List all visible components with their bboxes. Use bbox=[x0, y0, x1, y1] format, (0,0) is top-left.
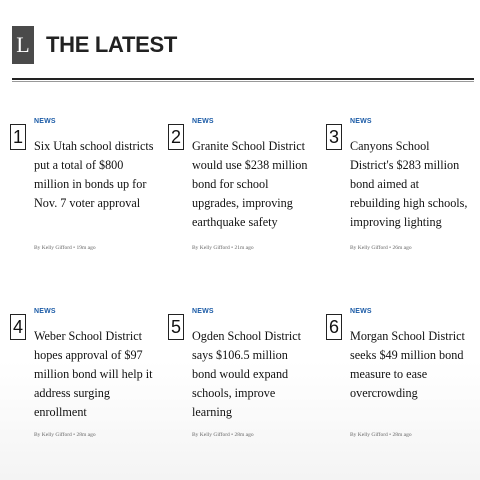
article-rank: 2 bbox=[168, 124, 184, 150]
article-headline-link[interactable]: Granite School District would use $238 m… bbox=[192, 137, 314, 232]
article-timestamp: 28m ago bbox=[392, 432, 412, 438]
article-category-link[interactable]: NEWS bbox=[34, 308, 156, 315]
article-headline-link[interactable]: Six Utah school districts put a total of… bbox=[34, 137, 156, 213]
article-timestamp: 26m ago bbox=[392, 245, 412, 251]
section-title: THE LATEST bbox=[46, 32, 178, 57]
section-header: L THE LATEST bbox=[12, 25, 177, 65]
article-category-link[interactable]: NEWS bbox=[192, 308, 314, 315]
article-timestamp: 28m ago bbox=[234, 432, 254, 438]
article-author-link[interactable]: By Kelly Gifford bbox=[34, 245, 72, 251]
article-byline: By Kelly Gifford • 28m ago bbox=[350, 432, 412, 438]
article-timestamp: 21m ago bbox=[234, 245, 254, 251]
byline-separator: • bbox=[73, 245, 76, 251]
article-rank: 3 bbox=[326, 124, 342, 150]
byline-separator: • bbox=[389, 432, 392, 438]
article-category-link[interactable]: NEWS bbox=[34, 118, 156, 125]
article-category-link[interactable]: NEWS bbox=[350, 118, 472, 125]
article-byline: By Kelly Gifford • 19m ago bbox=[34, 245, 96, 251]
byline-separator: • bbox=[231, 432, 234, 438]
article-headline-link[interactable]: Morgan School District seeks $49 million… bbox=[350, 327, 472, 403]
site-logo[interactable]: L bbox=[12, 26, 34, 64]
article-byline: By Kelly Gifford • 28m ago bbox=[34, 432, 96, 438]
article-rank: 5 bbox=[168, 314, 184, 340]
header-divider-thin bbox=[12, 81, 474, 82]
article-byline: By Kelly Gifford • 21m ago bbox=[192, 245, 254, 251]
article-headline-link[interactable]: Ogden School District says $106.5 millio… bbox=[192, 327, 314, 422]
article-category-link[interactable]: NEWS bbox=[192, 118, 314, 125]
article-author-link[interactable]: By Kelly Gifford bbox=[34, 432, 72, 438]
article-headline-link[interactable]: Canyons School District's $283 million b… bbox=[350, 137, 472, 232]
article-author-link[interactable]: By Kelly Gifford bbox=[350, 432, 388, 438]
article-timestamp: 28m ago bbox=[76, 432, 96, 438]
article-author-link[interactable]: By Kelly Gifford bbox=[350, 245, 388, 251]
article-rank: 1 bbox=[10, 124, 26, 150]
article-author-link[interactable]: By Kelly Gifford bbox=[192, 245, 230, 251]
byline-separator: • bbox=[73, 432, 76, 438]
article-byline: By Kelly Gifford • 26m ago bbox=[350, 245, 412, 251]
article-rank: 6 bbox=[326, 314, 342, 340]
article-byline: By Kelly Gifford • 28m ago bbox=[192, 432, 254, 438]
article-author-link[interactable]: By Kelly Gifford bbox=[192, 432, 230, 438]
article-rank: 4 bbox=[10, 314, 26, 340]
article-timestamp: 19m ago bbox=[76, 245, 96, 251]
byline-separator: • bbox=[389, 245, 392, 251]
article-headline-link[interactable]: Weber School District hopes approval of … bbox=[34, 327, 156, 422]
article-grid: 1 NEWS Six Utah school districts put a t… bbox=[10, 118, 470, 458]
article-category-link[interactable]: NEWS bbox=[350, 308, 472, 315]
header-divider bbox=[12, 78, 474, 80]
byline-separator: • bbox=[231, 245, 234, 251]
